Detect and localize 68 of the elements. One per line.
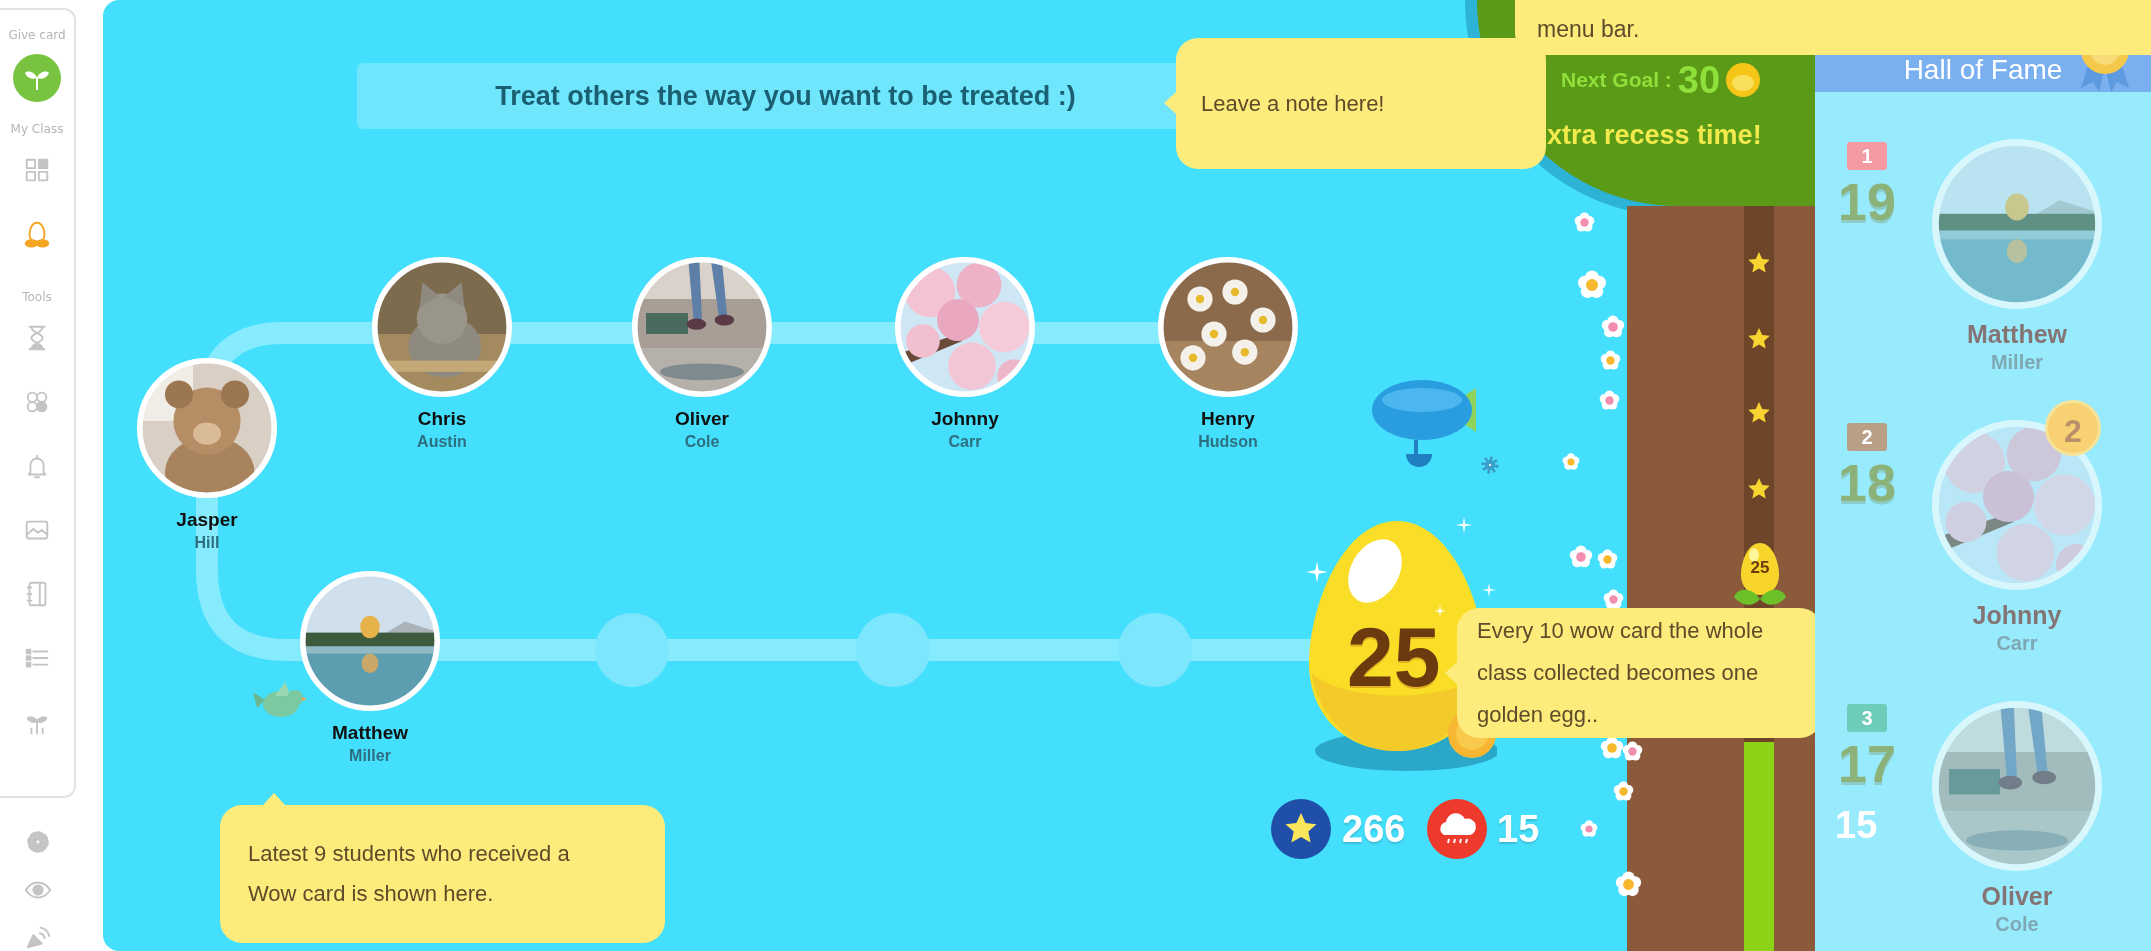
motto-text: Treat others the way you want to be treated :) [495,80,1076,112]
section-label: Tools [22,289,52,306]
egg-count: 25 [1347,612,1441,702]
star-icon [1747,477,1771,501]
goal-label: Next Goal : [1561,68,1672,92]
student-surname: Miller [349,746,391,766]
counter-value: 15 [1835,803,1878,848]
star-icon [1747,251,1771,275]
flower-icon [1615,871,1643,899]
star-icon [1747,327,1771,351]
student-name: Henry [1201,407,1255,431]
coin-icon [1726,63,1761,97]
rain-cloud-icon [1427,799,1487,859]
score-value: 19 [1838,172,1896,232]
student-name: Johnny [931,407,999,431]
gear-icon [1478,453,1502,477]
student-name: Johnny [1972,600,2062,630]
student-surname: Austin [417,432,467,452]
hall-title: Hall of Fame [1903,54,2063,86]
reward-text: xtra recess time! [1547,120,1762,151]
section-label: Give card [8,27,66,44]
section-label: My Class [10,121,64,138]
flower-icon [1561,453,1580,472]
student-surname: Carr [1996,631,2038,656]
tooltip-text: Leave a note here! [1201,90,1385,117]
rank-medal: 2 [2045,400,2101,456]
flower-icon [1598,390,1620,412]
tooltip-text: menu bar. [1537,16,1640,43]
flower-icon [1597,549,1619,571]
sparkle-icon [1306,561,1328,583]
score-value: 18 [1838,453,1896,513]
student-name: Chris [417,407,467,431]
student-surname: Cole [684,432,720,452]
student-name: Oliver [1981,881,2053,911]
student-surname: Hudson [1198,432,1258,452]
student-name: Jasper [176,508,238,532]
tooltip-text: Every 10 wow card the whole class collected becomes one golden egg.. [1477,617,1765,729]
counter-value: 266 [1342,807,1406,852]
student-surname: Cole [1995,912,2039,937]
flower-icon [1568,545,1593,570]
rank-tag: 1 [1847,142,1887,170]
student-name: Matthew [1967,319,2067,349]
rank-tag: 3 [1847,704,1887,732]
egg-label: 25 [1749,558,1771,578]
sparkle-icon [1434,605,1446,617]
flower-icon [1612,781,1634,803]
flower-icon [1601,314,1626,339]
star-icon [1747,401,1771,425]
rank-tag: 2 [1847,423,1887,451]
student-surname: Carr [948,432,982,452]
student-name: Oliver [675,407,729,431]
sparkle-icon [1456,517,1472,533]
student-surname: Miller [1990,350,2044,375]
student-name: Matthew [332,721,408,745]
goal-value: 30 [1677,58,1721,102]
score-value: 17 [1838,734,1896,794]
give-card-button[interactable] [13,54,61,102]
flower-icon [1574,211,1596,233]
counter-value: 15 [1497,807,1540,852]
flower-icon [1622,741,1644,763]
flower-icon [1579,819,1598,838]
flower-icon [1576,270,1607,301]
flower-icon [1602,589,1624,611]
egg-icon[interactable] [22,219,52,249]
sparkle-icon [1482,583,1496,597]
flower-icon [1600,350,1622,372]
student-surname: Hill [194,533,220,553]
tooltip-text: Latest 9 students who received a Wow card is shown here. [248,840,571,908]
